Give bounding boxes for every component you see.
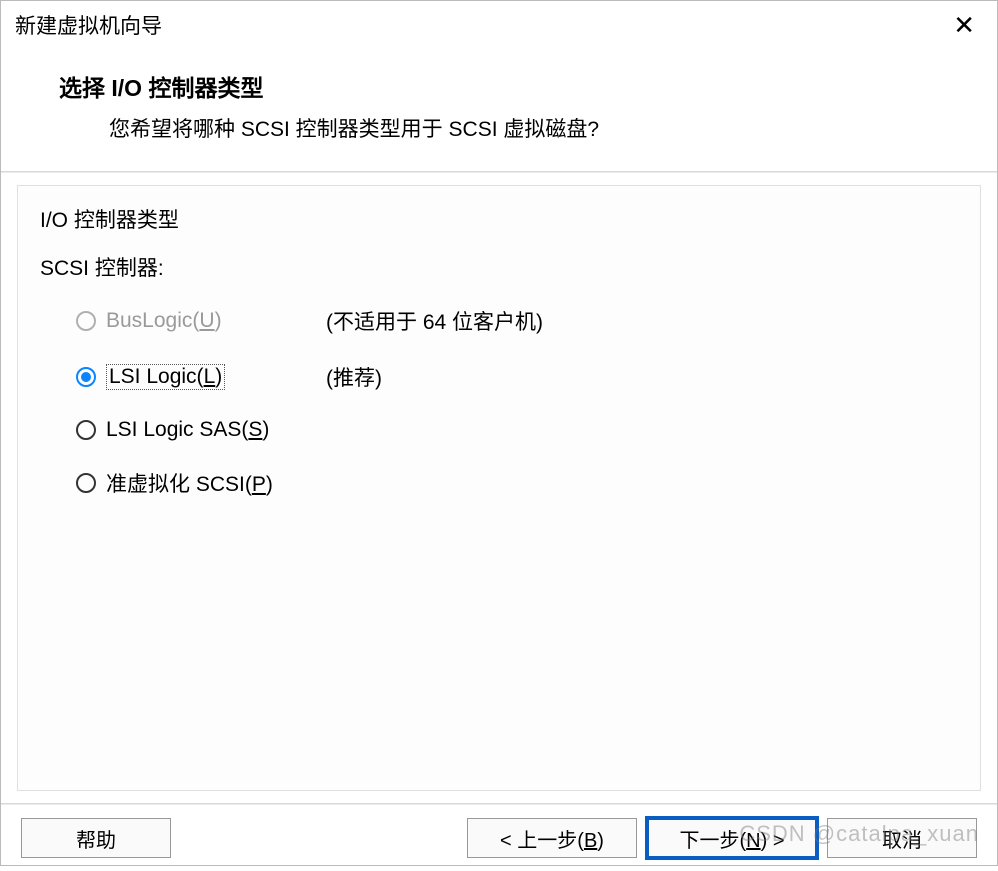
back-button[interactable]: < 上一步(B) bbox=[467, 818, 637, 858]
divider bbox=[1, 171, 997, 173]
radio-row-pvscsi[interactable]: 准虚拟化 SCSI(P) bbox=[40, 468, 958, 498]
radio-buslogic-note: (不适用于 64 位客户机) bbox=[326, 306, 543, 336]
titlebar: 新建虚拟机向导 ✕ bbox=[1, 1, 997, 47]
button-bar: 帮助 < 上一步(B) 下一步(N) > 取消 bbox=[1, 805, 997, 871]
radio-lsilogic-note: (推荐) bbox=[326, 362, 382, 392]
group-label: I/O 控制器类型 bbox=[40, 204, 958, 234]
radio-row-lsisas[interactable]: LSI Logic SAS(S) bbox=[40, 418, 958, 442]
radio-lsisas-label: LSI Logic SAS(S) bbox=[106, 418, 269, 442]
radio-row-buslogic: BusLogic(U) (不适用于 64 位客户机) bbox=[40, 306, 958, 336]
next-button[interactable]: 下一步(N) > bbox=[647, 818, 817, 858]
window-title: 新建虚拟机向导 bbox=[15, 10, 162, 40]
help-button[interactable]: 帮助 bbox=[21, 818, 171, 858]
radio-pvscsi[interactable] bbox=[76, 473, 96, 493]
radio-buslogic bbox=[76, 311, 96, 331]
radio-lsilogic-label: LSI Logic(L) bbox=[106, 364, 225, 390]
content-area: I/O 控制器类型 SCSI 控制器: BusLogic(U) (不适用于 64… bbox=[17, 185, 981, 791]
radio-lsilogic[interactable] bbox=[76, 367, 96, 387]
radio-buslogic-label: BusLogic(U) bbox=[106, 309, 222, 333]
page-subtitle: 您希望将哪种 SCSI 控制器类型用于 SCSI 虚拟磁盘? bbox=[59, 113, 997, 143]
wizard-header: 选择 I/O 控制器类型 您希望将哪种 SCSI 控制器类型用于 SCSI 虚拟… bbox=[1, 47, 997, 171]
radio-lsisas[interactable] bbox=[76, 420, 96, 440]
radio-row-lsilogic[interactable]: LSI Logic(L) (推荐) bbox=[40, 362, 958, 392]
scsi-controller-label: SCSI 控制器: bbox=[40, 252, 958, 282]
close-icon[interactable]: ✕ bbox=[945, 8, 983, 42]
cancel-button[interactable]: 取消 bbox=[827, 818, 977, 858]
radio-pvscsi-label: 准虚拟化 SCSI(P) bbox=[106, 468, 273, 498]
page-title: 选择 I/O 控制器类型 bbox=[59, 69, 997, 103]
